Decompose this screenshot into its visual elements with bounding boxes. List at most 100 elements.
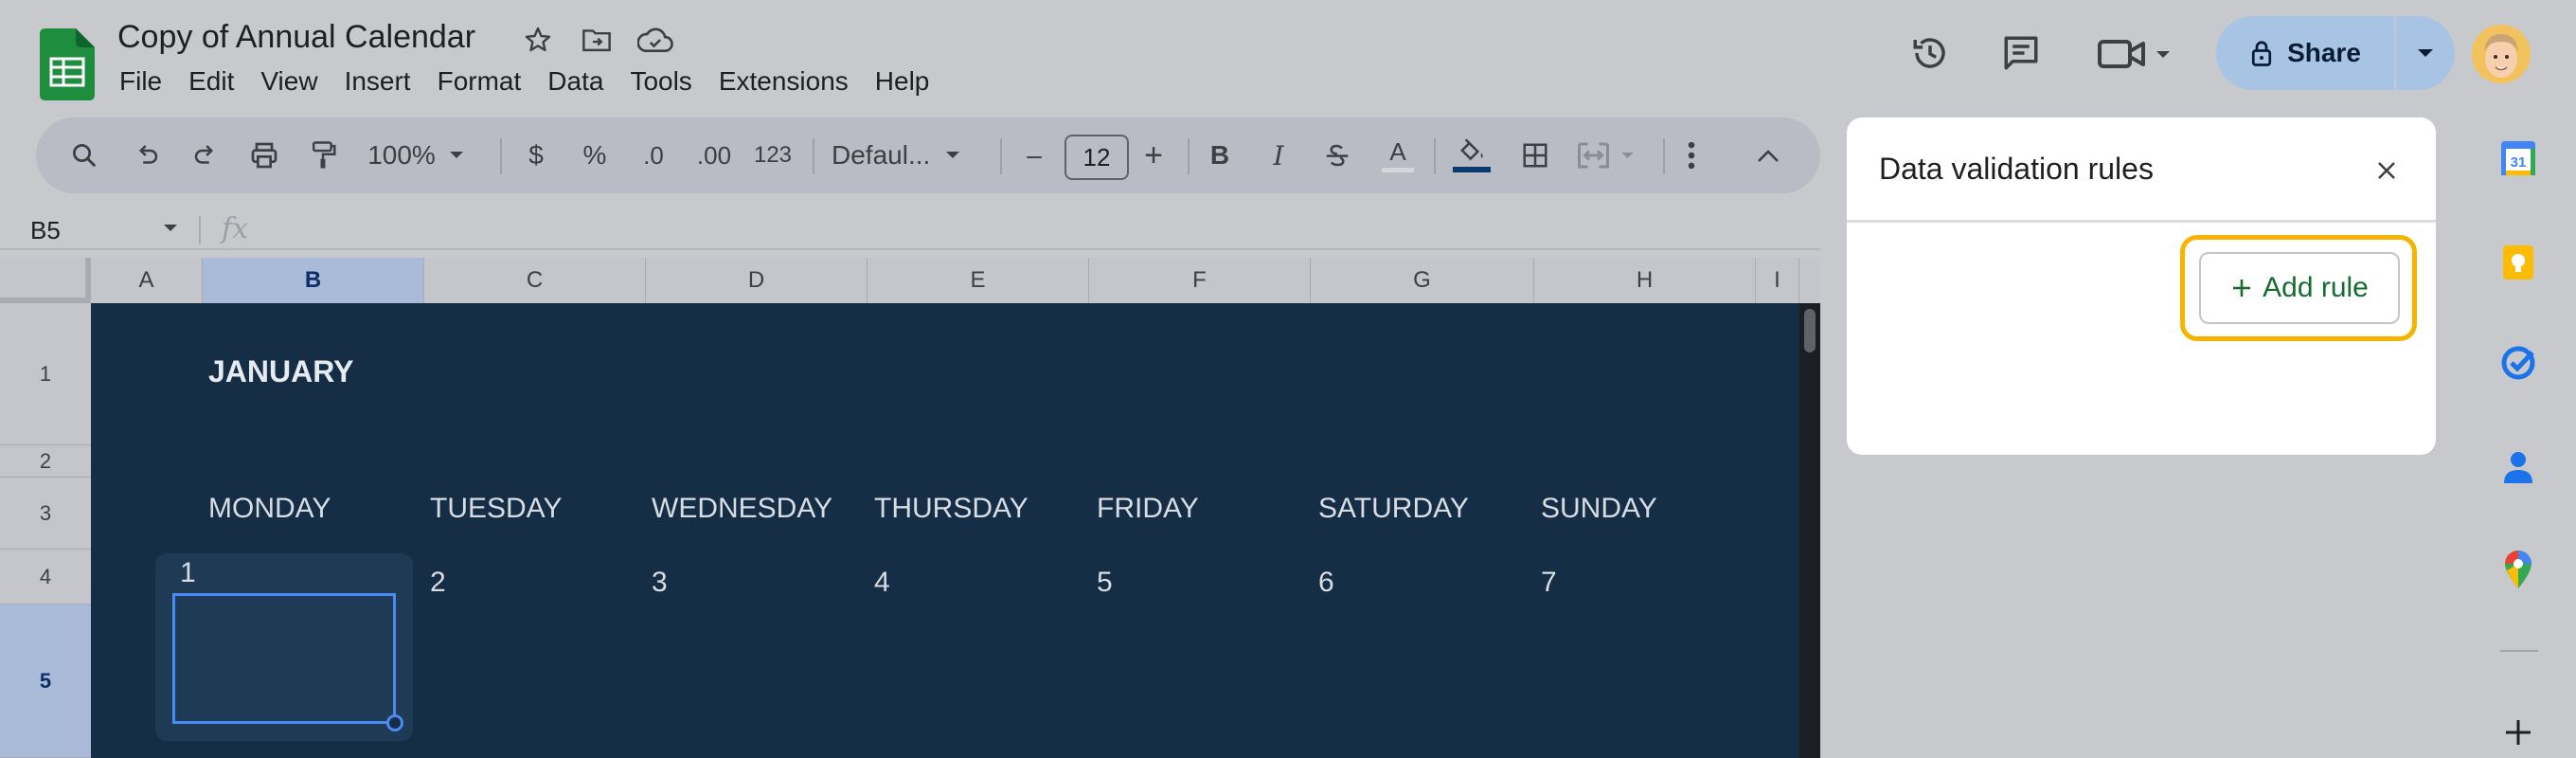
date-cell-5[interactable]: 5 (1097, 567, 1113, 599)
active-cell-b5[interactable] (172, 593, 396, 724)
share-button[interactable]: Share (2216, 16, 2394, 90)
keep-icon[interactable] (2496, 241, 2540, 284)
column-header-e[interactable]: E (868, 258, 1089, 303)
number-format-button[interactable]: 123 (750, 133, 796, 178)
comments-icon[interactable] (1996, 28, 2046, 78)
print-icon[interactable] (244, 133, 284, 178)
percent-format-button[interactable]: % (576, 133, 614, 178)
formula-input[interactable] (265, 210, 1799, 248)
date-cell-6[interactable]: 6 (1318, 567, 1334, 599)
date-cell-4[interactable]: 4 (874, 567, 890, 599)
cloud-saved-icon[interactable] (636, 21, 674, 59)
decrease-decimal-label: .0 (643, 140, 664, 170)
maps-icon[interactable] (2496, 548, 2540, 591)
day-label-monday[interactable]: MONDAY (208, 493, 331, 525)
tasks-icon[interactable] (2496, 341, 2540, 385)
row-header-5[interactable]: 5 (0, 605, 91, 758)
column-header-c[interactable]: C (424, 258, 646, 303)
panel-title: Data validation rules (1879, 152, 2154, 186)
document-title[interactable]: Copy of Annual Calendar (117, 19, 475, 56)
chevron-down-icon (449, 151, 464, 160)
menu-file[interactable]: File (117, 66, 175, 97)
menu-data[interactable]: Data (534, 66, 617, 97)
formula-bar-border (0, 248, 1820, 250)
sheets-logo-icon[interactable] (40, 28, 95, 100)
account-avatar[interactable] (2472, 25, 2531, 83)
font-size-input[interactable]: 12 (1064, 135, 1129, 180)
toolbar-divider (1663, 138, 1665, 174)
day-label-wednesday[interactable]: WEDNESDAY (652, 493, 832, 525)
bold-button[interactable]: B (1199, 133, 1241, 178)
currency-format-button[interactable]: $ (517, 133, 555, 178)
column-header-h[interactable]: H (1534, 258, 1756, 303)
column-header-i[interactable]: I (1756, 258, 1799, 303)
fx-icon: fx (222, 212, 249, 245)
scrollbar-thumb[interactable] (1804, 309, 1816, 352)
text-color-swatch (1382, 167, 1414, 172)
close-icon[interactable] (2370, 153, 2404, 188)
date-cell-3[interactable]: 3 (652, 567, 668, 599)
lock-icon (2249, 39, 2274, 67)
increase-font-size-button[interactable]: + (1135, 133, 1172, 178)
text-color-button[interactable]: A (1375, 133, 1421, 178)
date-cell-1[interactable]: 1 (180, 557, 196, 589)
add-addon-icon[interactable] (2496, 711, 2540, 754)
italic-button[interactable]: I (1258, 133, 1299, 178)
move-folder-icon[interactable] (578, 21, 616, 59)
version-history-icon[interactable] (1905, 28, 1955, 78)
day-label-saturday[interactable]: SATURDAY (1318, 493, 1469, 525)
borders-icon[interactable] (1513, 133, 1557, 178)
calendar-icon[interactable]: 31 (2496, 136, 2540, 180)
menu-tools[interactable]: Tools (617, 66, 705, 97)
vertical-scrollbar[interactable] (1799, 303, 1820, 758)
zoom-select[interactable]: 100% (364, 133, 468, 178)
day-label-tuesday[interactable]: TUESDAY (430, 493, 562, 525)
merge-cells-icon[interactable] (1572, 133, 1646, 178)
undo-icon[interactable] (127, 133, 167, 178)
column-header-b[interactable]: B (203, 258, 424, 303)
menu-help[interactable]: Help (862, 66, 943, 97)
menu-format[interactable]: Format (424, 66, 535, 97)
day-label-sunday[interactable]: SUNDAY (1541, 493, 1657, 525)
font-family-select[interactable]: Defaul... (832, 133, 983, 178)
more-options-icon[interactable] (1673, 133, 1710, 178)
strikethrough-icon[interactable] (1316, 133, 1358, 178)
toolbar-divider (1188, 138, 1190, 174)
day-label-friday[interactable]: FRIDAY (1097, 493, 1199, 525)
star-icon[interactable] (519, 21, 557, 59)
row-header-2[interactable]: 2 (0, 445, 91, 478)
fill-color-icon[interactable] (1449, 133, 1494, 178)
date-cell-7[interactable]: 7 (1541, 567, 1557, 599)
share-dropdown-button[interactable] (2396, 16, 2455, 90)
collapse-toolbar-icon[interactable] (1748, 133, 1788, 178)
menu-view[interactable]: View (247, 66, 331, 97)
month-label[interactable]: JANUARY (208, 354, 354, 389)
toolbar-divider (1000, 138, 1002, 174)
menu-insert[interactable]: Insert (331, 66, 424, 97)
decrease-font-size-button[interactable]: – (1015, 133, 1053, 178)
meet-video-icon[interactable] (2093, 28, 2178, 78)
column-header-f[interactable]: F (1089, 258, 1311, 303)
menu-edit[interactable]: Edit (175, 66, 247, 97)
select-all-corner[interactable] (0, 258, 91, 303)
row-header-4[interactable]: 4 (0, 550, 91, 605)
fill-handle[interactable] (386, 714, 403, 731)
column-header-g[interactable]: G (1311, 258, 1534, 303)
menu-extensions[interactable]: Extensions (706, 66, 862, 97)
contacts-icon[interactable] (2496, 445, 2540, 489)
panel-divider (1847, 220, 2436, 223)
column-header-d[interactable]: D (646, 258, 868, 303)
decrease-decimal-button[interactable]: .0 (629, 133, 678, 178)
date-cell-2[interactable]: 2 (430, 567, 446, 599)
row-header-3[interactable]: 3 (0, 478, 91, 550)
day-label-thursday[interactable]: THURSDAY (874, 493, 1029, 525)
row-header-1[interactable]: 1 (0, 303, 91, 445)
add-rule-button[interactable]: Add rule (2199, 252, 2400, 324)
column-header-a[interactable]: A (91, 258, 203, 303)
increase-decimal-button[interactable]: .00 (688, 133, 741, 178)
name-box[interactable]: B5 (30, 216, 61, 245)
paint-format-icon[interactable] (303, 133, 343, 178)
redo-icon[interactable] (186, 133, 225, 178)
chevron-down-icon[interactable] (163, 224, 178, 233)
search-menus-icon[interactable] (64, 133, 104, 178)
